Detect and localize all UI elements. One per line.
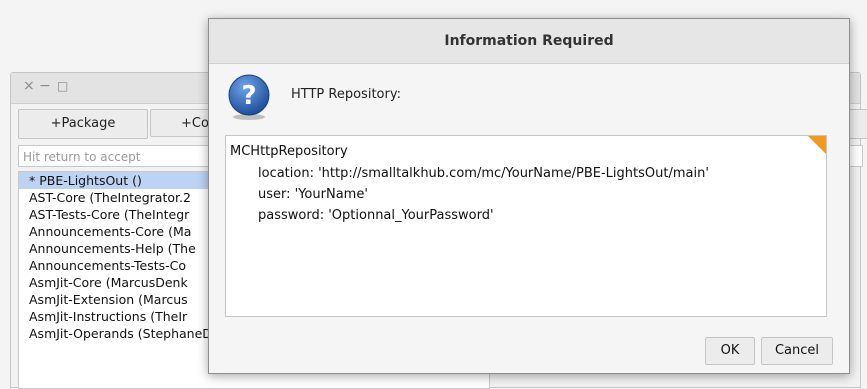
maximize-icon[interactable]: □ bbox=[57, 79, 68, 93]
cancel-button[interactable]: Cancel bbox=[761, 337, 833, 365]
svg-text:?: ? bbox=[241, 81, 256, 111]
code-line: location: 'http://smalltalkhub.com/mc/Yo… bbox=[258, 166, 709, 181]
dialog-prompt: HTTP Repository: bbox=[291, 87, 401, 102]
code-line: password: 'Optionnal_YourPassword' bbox=[258, 208, 494, 223]
add-package-button[interactable]: +Package bbox=[18, 109, 148, 139]
information-required-dialog: Information Required ? HTTP Repository: … bbox=[208, 18, 850, 374]
minimize-icon[interactable]: − bbox=[39, 78, 51, 94]
dialog-title: Information Required bbox=[209, 19, 849, 64]
question-icon: ? bbox=[228, 74, 270, 120]
right-toolbar-button-2[interactable] bbox=[847, 109, 867, 139]
code-line: MCHttpRepository bbox=[230, 144, 348, 159]
code-line: user: 'YourName' bbox=[258, 187, 368, 202]
close-icon[interactable]: × bbox=[23, 78, 35, 94]
dialog-header: ? HTTP Repository: bbox=[225, 73, 833, 125]
ok-button[interactable]: OK bbox=[705, 337, 755, 365]
edit-corner-marker bbox=[808, 136, 826, 154]
package-filter-input[interactable]: Hit return to accept bbox=[18, 145, 218, 167]
repository-text-editor[interactable]: MCHttpRepository location: 'http://small… bbox=[225, 135, 827, 317]
